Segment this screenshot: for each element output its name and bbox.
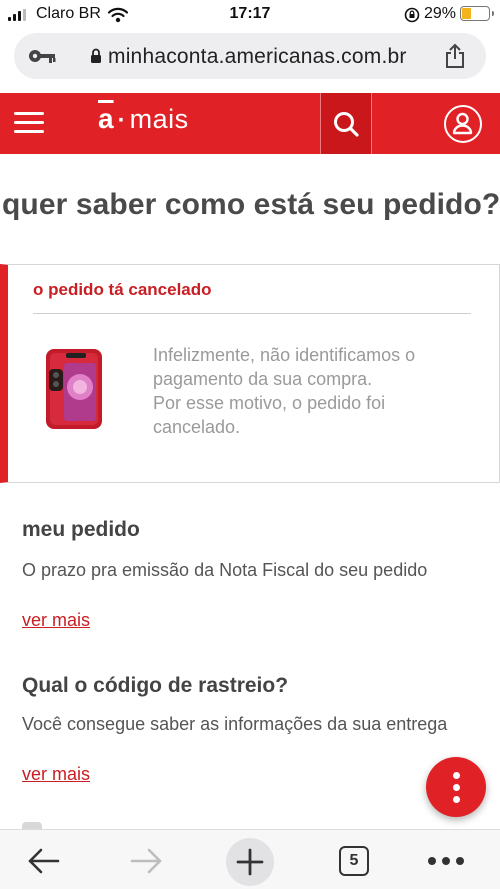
see-more-link[interactable]: ver mais	[22, 764, 90, 785]
back-arrow-icon[interactable]	[26, 846, 60, 876]
rotation-lock-icon	[404, 7, 420, 23]
search-icon	[334, 111, 359, 137]
forward-arrow-icon[interactable]	[130, 846, 164, 876]
see-more-link[interactable]: ver mais	[22, 610, 90, 631]
browser-toolbar: 5	[0, 829, 500, 889]
new-tab-button[interactable]	[226, 838, 274, 886]
page-title: quer saber como está seu pedido?	[2, 188, 500, 221]
status-bar: Claro BR 17:17 29%	[0, 0, 500, 30]
message-line: Por esse motivo, o pedido foi	[153, 393, 386, 413]
user-icon	[452, 112, 473, 135]
share-icon[interactable]	[444, 43, 466, 69]
message-line: pagamento da sua compra.	[153, 369, 373, 389]
battery-percentage: 29%	[424, 5, 457, 22]
section-title-rastreio: Qual o código de rastreio?	[22, 674, 289, 697]
logo[interactable]: a · mais	[98, 103, 189, 135]
section-title-meu-pedido: meu pedido	[22, 518, 140, 541]
logo-word: mais	[129, 104, 189, 134]
more-menu-icon[interactable]	[428, 857, 464, 865]
section-text-meu-pedido: O prazo pra emissão da Nota Fiscal do se…	[22, 560, 428, 580]
logo-letter: a	[98, 103, 114, 134]
tab-switcher-button[interactable]: 5	[339, 846, 369, 876]
url-text[interactable]: minhaconta.americanas.com.br	[108, 45, 407, 69]
dot-icon	[452, 771, 460, 779]
section-text-rastreio: Você consegue saber as informações da su…	[22, 714, 448, 734]
search-button[interactable]	[320, 93, 372, 154]
hamburger-menu-icon[interactable]	[14, 112, 44, 134]
app-header: a · mais	[0, 93, 500, 154]
battery-icon	[460, 6, 494, 21]
product-image	[46, 349, 102, 429]
order-status-card: o pedido tá cancelado Infelizmente, não …	[0, 264, 500, 483]
dot-icon	[452, 783, 460, 791]
plus-icon	[236, 848, 264, 876]
account-button[interactable]	[444, 105, 482, 143]
divider	[33, 313, 471, 314]
message-line: Infelizmente, não identificamos o	[153, 345, 416, 365]
key-icon[interactable]	[28, 47, 56, 65]
address-bar[interactable]: minhaconta.americanas.com.br	[14, 33, 486, 79]
dot-icon	[452, 795, 460, 803]
more-options-fab[interactable]	[426, 757, 486, 817]
order-status-heading: o pedido tá cancelado	[33, 280, 212, 299]
logo-dot: ·	[117, 107, 126, 134]
padlock-icon	[91, 48, 101, 63]
order-status-message: Infelizmente, não identificamos o pagame…	[153, 343, 483, 439]
message-line: cancelado.	[153, 417, 241, 437]
